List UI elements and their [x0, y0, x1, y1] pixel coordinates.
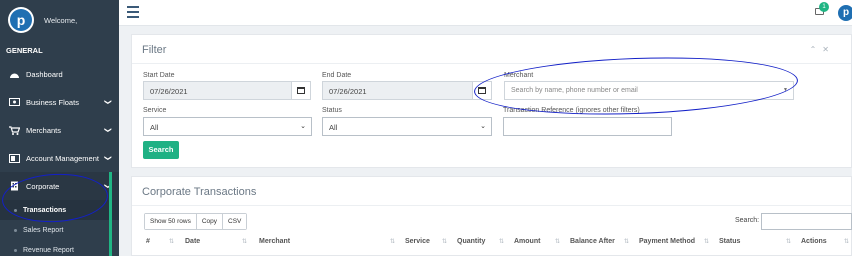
start-date-label: Start Date: [143, 72, 175, 79]
user-cog-icon: [8, 153, 20, 163]
end-date-label: End Date: [322, 72, 352, 79]
filter-panel: Filter ⌃✕ Start Date 07/26/2021 End Date…: [131, 34, 852, 168]
chevron-down-icon: ❯: [104, 127, 112, 133]
search-button[interactable]: Search: [143, 141, 179, 159]
logo[interactable]: p: [8, 7, 34, 33]
column-header-balance-after[interactable]: Balance After: [570, 238, 615, 245]
table-buttons: Show 50 rows Copy CSV: [144, 213, 248, 230]
sort-icon: ⇅: [844, 239, 850, 245]
bullet-icon: [14, 248, 17, 252]
sidebar-item-label: Dashboard: [26, 69, 63, 79]
sidebar-item-account-management[interactable]: Account Management ❯: [0, 144, 119, 172]
sort-icon: ⇅: [499, 239, 505, 245]
merchant-placeholder: Search by name, phone number or email: [511, 87, 638, 94]
close-icon[interactable]: ✕: [822, 45, 835, 54]
sort-icon: ⇅: [242, 239, 248, 245]
chevron-down-icon: ⌄: [300, 123, 306, 130]
filter-title: Filter: [142, 44, 167, 56]
sidebar-item-label: Account Management: [26, 153, 99, 163]
sort-icon: ⇅: [442, 239, 448, 245]
active-section-indicator: [109, 172, 112, 256]
show-rows-button[interactable]: Show 50 rows: [145, 214, 197, 229]
sidebar-item-merchants[interactable]: Merchants ❯: [0, 116, 119, 144]
column-header-quantity[interactable]: Quantity: [457, 238, 485, 245]
merchant-select[interactable]: Search by name, phone number or email ▼: [504, 81, 794, 100]
sidebar-item-corporate[interactable]: Corporate ❯: [0, 172, 119, 200]
sort-icon: ⇅: [786, 239, 792, 245]
bullet-icon: [14, 228, 17, 232]
section-label-general: GENERAL: [6, 46, 43, 55]
panel-tools: ⌃✕: [810, 45, 835, 54]
dropdown-caret-icon: ▼: [783, 87, 788, 93]
sort-icon: ⇅: [704, 239, 710, 245]
sort-icon: ⇅: [555, 239, 561, 245]
cart-icon: [8, 125, 20, 135]
sidebar-subitem-transactions[interactable]: Transactions: [0, 200, 119, 220]
end-date-input[interactable]: 07/26/2021: [322, 81, 474, 100]
chevron-down-icon: ⌄: [480, 123, 486, 130]
end-date-calendar-icon[interactable]: [472, 81, 492, 100]
sort-icon: ⇅: [390, 239, 396, 245]
txref-label: Transaction Reference (ignores other fil…: [503, 107, 640, 114]
sidebar-subitem-sales-report[interactable]: Sales Report: [0, 220, 119, 240]
column-header-merchant[interactable]: Merchant: [259, 238, 290, 245]
sidebar-item-business-floats[interactable]: Business Floats ❯: [0, 88, 119, 116]
table-search-input[interactable]: [761, 213, 852, 230]
start-date-input[interactable]: 07/26/2021: [143, 81, 293, 100]
menu-toggle-icon[interactable]: [127, 6, 139, 18]
table-search-label: Search:: [735, 217, 760, 224]
column-header-index[interactable]: #: [146, 238, 150, 245]
sort-icon: ⇅: [169, 239, 175, 245]
sidebar-item-label: Business Floats: [26, 97, 79, 107]
copy-button[interactable]: Copy: [196, 214, 224, 229]
column-header-status[interactable]: Status: [719, 238, 740, 245]
bullet-icon: [14, 208, 17, 212]
divider: [132, 205, 851, 206]
sidebar-subitem-revenue-report[interactable]: Revenue Report: [0, 240, 119, 256]
sidebar: p Welcome, GENERAL Dashboard Business Fl…: [0, 0, 119, 256]
csv-button[interactable]: CSV: [223, 214, 247, 229]
transactions-title: Corporate Transactions: [142, 186, 257, 198]
transactions-panel: Corporate Transactions Show 50 rows Copy…: [131, 176, 852, 256]
service-selected-value: All: [150, 123, 159, 132]
building-icon: [8, 181, 20, 191]
chevron-down-icon: ❯: [104, 155, 112, 161]
sidebar-subitem-label: Revenue Report: [23, 246, 74, 254]
column-header-payment-method[interactable]: Payment Method: [639, 238, 695, 245]
column-header-service[interactable]: Service: [405, 238, 430, 245]
service-label: Service: [143, 107, 167, 114]
sidebar-subitem-label: Sales Report: [23, 226, 64, 234]
sort-icon: ⇅: [624, 239, 630, 245]
notification-badge: 1: [819, 2, 829, 12]
column-header-actions[interactable]: Actions: [801, 238, 827, 245]
start-date-calendar-icon[interactable]: [291, 81, 311, 100]
column-header-date[interactable]: Date: [185, 238, 200, 245]
status-label: Status: [322, 107, 342, 114]
dashboard-icon: [8, 69, 20, 79]
sidebar-item-label: Merchants: [26, 125, 62, 135]
money-icon: [8, 97, 20, 107]
merchant-label: Merchant: [504, 72, 534, 79]
sidebar-brand: p Welcome,: [0, 0, 119, 40]
sidebar-item-label: Corporate: [26, 181, 60, 191]
sidebar-subitem-label: Transactions: [23, 206, 67, 214]
txref-input[interactable]: [503, 117, 672, 136]
divider: [132, 63, 851, 64]
logo-letter: p: [10, 9, 32, 31]
user-avatar[interactable]: p: [838, 5, 852, 21]
status-selected-value: All: [329, 123, 338, 132]
chevron-down-icon: ❯: [104, 99, 112, 105]
service-select[interactable]: All ⌄: [143, 117, 312, 136]
column-header-amount[interactable]: Amount: [514, 238, 540, 245]
topbar: 1 p: [119, 0, 852, 26]
collapse-icon[interactable]: ⌃: [810, 45, 823, 54]
welcome-text: Welcome,: [44, 15, 78, 25]
sidebar-item-dashboard[interactable]: Dashboard: [0, 60, 119, 88]
status-select[interactable]: All ⌄: [322, 117, 492, 136]
